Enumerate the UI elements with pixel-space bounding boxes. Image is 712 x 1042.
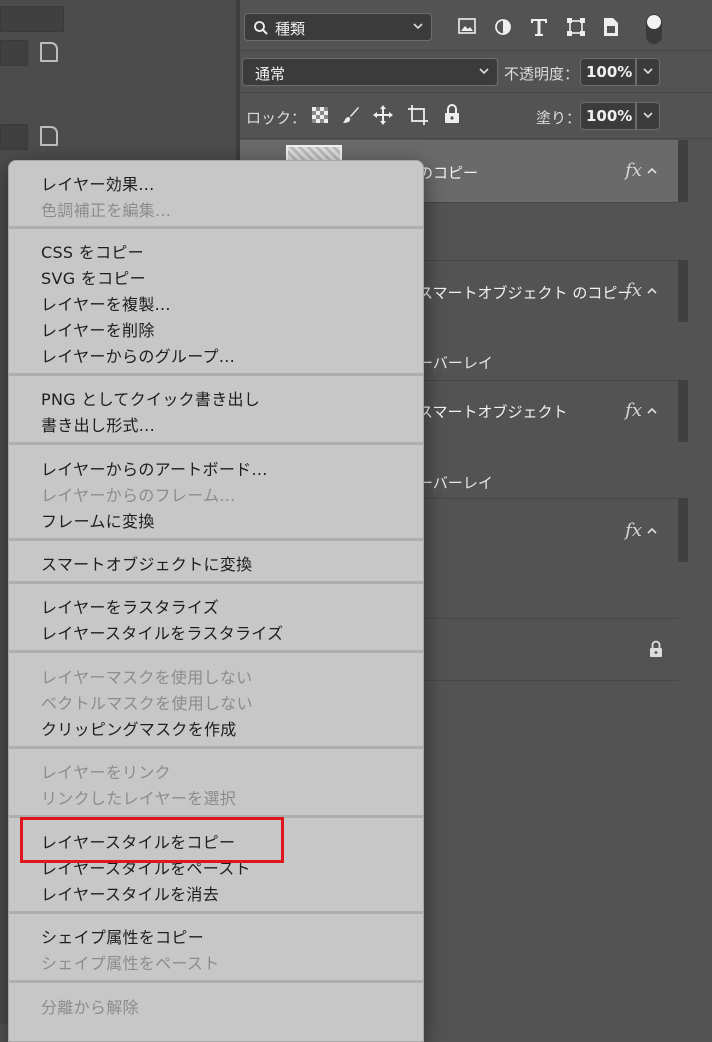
adjustment-filter-icon[interactable] [494,18,512,36]
search-icon [254,21,268,35]
menu-separator [9,538,423,541]
opacity-dropdown[interactable] [636,58,660,86]
menu-item-artboard-from-layers[interactable]: レイヤーからのアートボード... [41,456,268,480]
menu-item-convert-smart-object[interactable]: スマートオブジェクトに変換 [41,551,252,575]
effect-name: ーバーレイ [418,474,493,492]
menu-item-frame-from-layers: レイヤーからのフレーム... [41,486,236,505]
menu-item-select-linked-layers: リンクしたレイヤーを選択 [41,789,237,808]
option-field[interactable] [0,40,28,66]
fill-value: 100% [586,107,633,125]
blend-mode-select[interactable]: 通常 [242,58,498,86]
menu-item-copy-svg[interactable]: SVG をコピー [41,265,146,289]
type-filter-icon[interactable] [530,17,548,37]
menu-separator [9,911,423,914]
menu-item-copy-shape-attributes[interactable]: シェイプ属性をコピー [41,924,204,948]
menu-item-export-as[interactable]: 書き出し形式... [41,412,155,436]
layer-name: のコピー [418,164,479,182]
chevron-down-icon [479,68,489,75]
smart-object-filter-icon[interactable] [602,17,620,37]
lock-all-icon[interactable] [444,104,460,124]
menu-item-link-layers: レイヤーをリンク [41,763,171,782]
filter-row: 種類 [240,8,712,51]
fx-icon[interactable]: fx [625,280,642,301]
lock-transparency-icon[interactable] [312,107,328,123]
opacity-label: 不透明度： [504,65,580,83]
menu-item-layer-effects[interactable]: レイヤー効果... [41,171,154,195]
chevron-up-icon[interactable] [646,406,658,416]
menu-item-rasterize-layer-style[interactable]: レイヤースタイルをラスタライズ [41,620,283,644]
menu-separator [9,746,423,749]
scroll-marker [678,140,688,202]
opacity-field[interactable]: 100% [580,58,636,86]
brush-icon[interactable] [342,106,360,124]
menu-item-quick-export-png[interactable]: PNG としてクイック書き出し [41,386,260,410]
scroll-marker [678,380,688,442]
menu-item-rasterize-layer[interactable]: レイヤーをラスタライズ [41,594,219,618]
shape-filter-icon[interactable] [566,17,586,37]
menu-item-edit-adjustment: 色調補正を編集... [41,201,172,220]
menu-item-paste-shape-attributes: シェイプ属性をペースト [41,954,220,973]
menu-item-clear-layer-style[interactable]: レイヤースタイルを消去 [41,881,219,905]
menu-separator [9,581,423,584]
blend-mode-value: 通常 [255,65,286,83]
chevron-up-icon[interactable] [646,166,658,176]
effect-name: ーバーレイ [418,354,493,372]
document-icon[interactable] [40,42,58,62]
fx-icon[interactable]: fx [625,400,642,421]
option-field[interactable] [0,124,28,150]
artboard-lock-icon[interactable] [408,105,428,125]
menu-item-create-clipping-mask[interactable]: クリッピングマスクを作成 [41,716,237,740]
lock-row: ロック： 塗り： 100% [240,94,712,139]
fx-icon[interactable]: fx [625,160,642,181]
fill-label: 塗り： [536,109,582,127]
scroll-marker [678,498,688,562]
filter-kind-select[interactable]: 種類 [244,13,432,41]
layer-name: スマートオブジェクト [418,403,568,421]
layer-name: スマートオブジェクト のコピー [418,284,633,302]
chevron-down-icon [413,23,423,30]
menu-separator [9,650,423,653]
image-filter-icon[interactable] [458,18,476,34]
menu-item-copy-css[interactable]: CSS をコピー [41,239,144,263]
fill-field[interactable]: 100% [580,102,636,130]
menu-item-duplicate-layer[interactable]: レイヤーを複製... [41,291,171,315]
highlight-box [20,817,284,863]
context-menu: レイヤー効果... 色調補正を編集... CSS をコピー SVG をコピー レ… [8,160,424,1042]
menu-item-delete-layer[interactable]: レイヤーを削除 [41,317,155,341]
menu-item-convert-to-frame[interactable]: フレームに変換 [41,508,155,532]
menu-item-disable-vector-mask: ベクトルマスクを使用しない [41,694,253,713]
move-icon[interactable] [373,105,393,125]
menu-separator [9,373,423,376]
lock-label: ロック： [246,109,307,127]
menu-separator [9,442,423,445]
chevron-up-icon[interactable] [646,286,658,296]
lock-icon [650,640,662,657]
scroll-marker [678,260,688,322]
option-field[interactable] [0,6,64,32]
fx-icon[interactable]: fx [625,520,642,541]
chevron-up-icon[interactable] [646,526,658,536]
opacity-value: 100% [586,63,633,81]
menu-item-release-isolation: 分離から解除 [41,998,139,1017]
chevron-down-icon [643,112,653,119]
menu-separator [9,980,423,983]
fill-dropdown[interactable] [636,102,660,130]
document-icon[interactable] [40,126,58,146]
filter-kind-label: 種類 [275,20,306,38]
menu-item-group-from-layers[interactable]: レイヤーからのグループ... [41,343,235,367]
menu-item-disable-layer-mask: レイヤーマスクを使用しない [41,668,253,687]
blend-row: 通常 不透明度： 100% [240,50,712,93]
filter-toggle[interactable] [646,14,662,44]
menu-separator [9,226,423,229]
toggle-knob [647,15,661,29]
chevron-down-icon [643,68,653,75]
